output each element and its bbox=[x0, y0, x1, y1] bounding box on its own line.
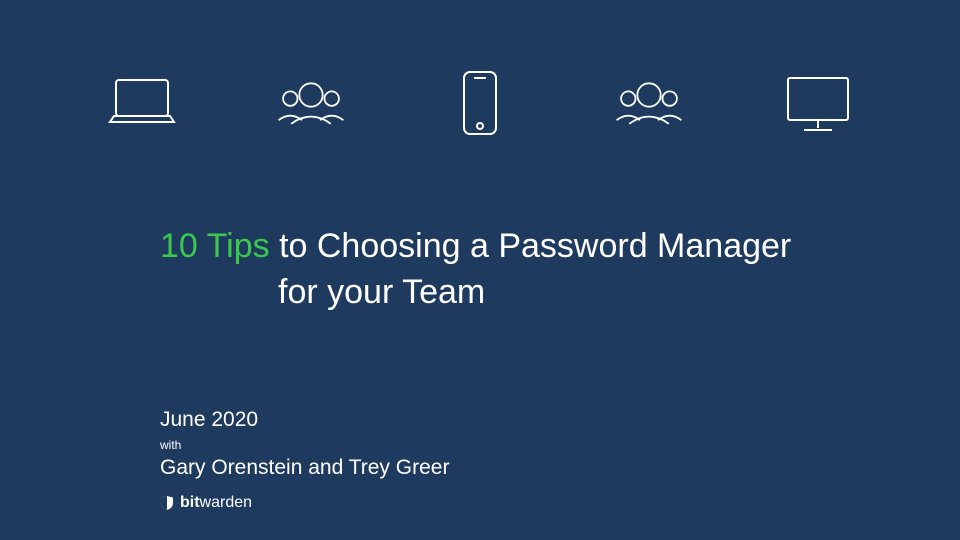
brand-bold: bit bbox=[180, 494, 200, 511]
brand-logo: bitwarden bbox=[160, 494, 252, 512]
people-icon bbox=[275, 68, 347, 140]
shield-icon bbox=[160, 495, 174, 511]
icon-row bbox=[0, 0, 960, 140]
date-text: June 2020 bbox=[160, 408, 449, 432]
authors-text: Gary Orenstein and Trey Greer bbox=[160, 456, 449, 480]
desktop-monitor-icon bbox=[782, 68, 854, 140]
title-highlight: 10 Tips bbox=[160, 227, 270, 265]
laptop-icon bbox=[106, 68, 178, 140]
slide-title: 10 Tips to Choosing a Password Manager f… bbox=[160, 224, 880, 316]
brand-light: warden bbox=[200, 494, 252, 511]
people-icon bbox=[613, 68, 685, 140]
meta-block: June 2020 with Gary Orenstein and Trey G… bbox=[160, 408, 449, 480]
with-label: with bbox=[160, 438, 449, 452]
smartphone-icon bbox=[444, 68, 516, 140]
title-rest-1: to Choosing a Password Manager bbox=[270, 227, 792, 265]
title-line-2: for your Team bbox=[278, 270, 880, 316]
